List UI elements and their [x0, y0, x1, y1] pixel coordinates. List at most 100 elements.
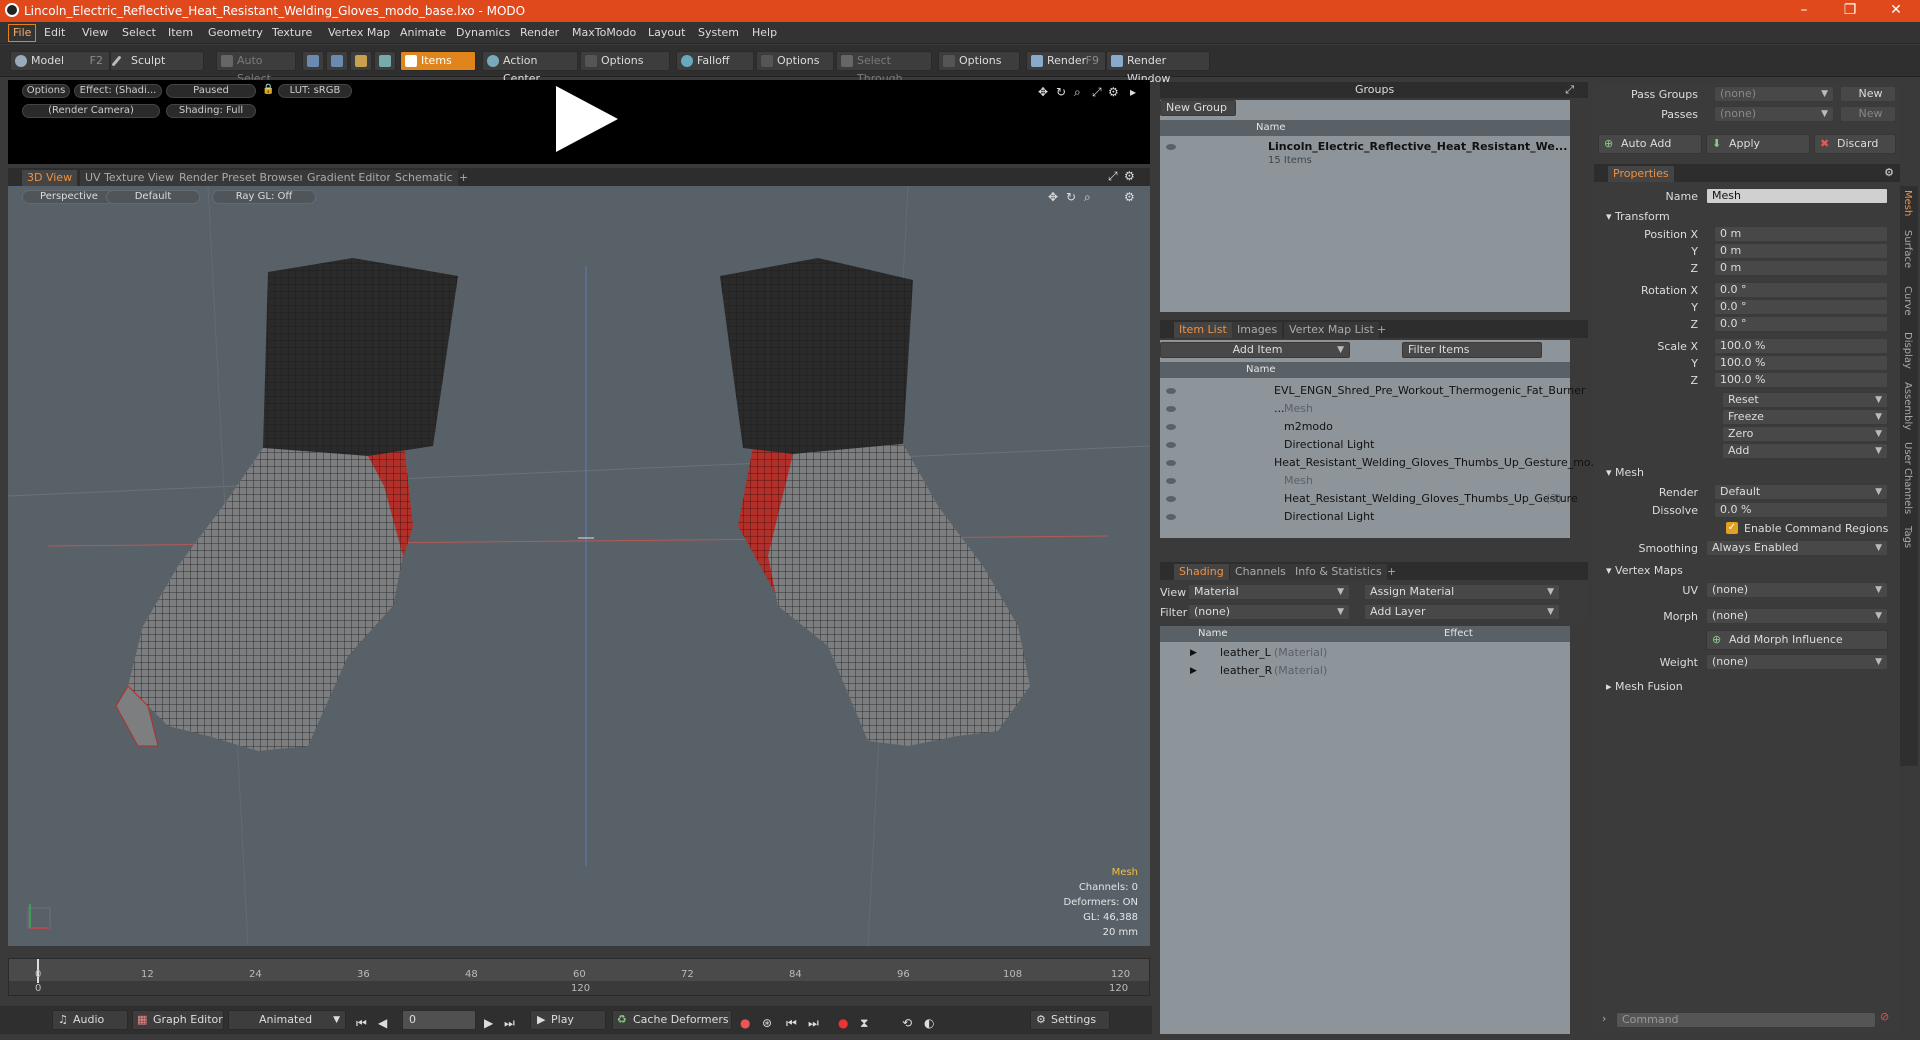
weight-dropdown[interactable]: (none) ▼	[1706, 654, 1888, 670]
prev-key-icon[interactable]: ⏮	[786, 1016, 797, 1031]
menu-view[interactable]: View	[82, 26, 108, 39]
preview-menu-icon[interactable]: ▸	[1130, 85, 1136, 99]
position-z-field[interactable]: 0 m	[1714, 260, 1888, 276]
vertices-mode-icon[interactable]	[302, 51, 324, 71]
side-tab-display[interactable]: Display	[1902, 332, 1913, 369]
new-pass-group-button[interactable]: New	[1840, 86, 1896, 102]
menu-render[interactable]: Render	[520, 26, 559, 39]
add-morph-influence-button[interactable]: ⊕ Add Morph Influence	[1706, 630, 1888, 650]
tab-channels[interactable]: Channels	[1230, 564, 1291, 580]
minimize-icon[interactable]: –	[1784, 2, 1824, 18]
item-list-row[interactable]: EVL_ENGN_Shred_Pre_Workout_Thermogenic_F…	[1160, 382, 1586, 415]
filter-dropdown[interactable]: (none) ▼	[1188, 604, 1350, 620]
select-options-button[interactable]: Options	[938, 51, 1020, 71]
mesh-section[interactable]: ▾ Mesh	[1606, 466, 1644, 479]
menu-edit[interactable]: Edit	[44, 26, 65, 39]
side-tab-curve[interactable]: Curve	[1902, 286, 1913, 316]
render-window-button[interactable]: Render Window	[1106, 51, 1210, 85]
next-frame-icon[interactable]: ▶	[484, 1016, 493, 1030]
item-list-row[interactable]: Mesh	[1160, 400, 1570, 418]
visibility-icon[interactable]	[1166, 478, 1176, 484]
transform-section[interactable]: ▾ Transform	[1606, 210, 1670, 223]
properties-settings-icon[interactable]: ⚙	[1884, 166, 1894, 179]
mesh-fusion-section[interactable]: ▸ Mesh Fusion	[1606, 680, 1683, 693]
timeline[interactable]: 0 12 24 36 48 60 72 84 96 108 120 0 120 …	[8, 958, 1150, 996]
maximize-view-icon[interactable]: ⤢	[1092, 85, 1102, 100]
select-through-button[interactable]: Select Through	[836, 51, 932, 85]
tab-3d-view[interactable]: 3D View	[22, 170, 78, 186]
command-stop-icon[interactable]: ⊘	[1880, 1010, 1889, 1023]
key-filter-icon[interactable]: ⧗	[860, 1016, 868, 1031]
model-mode-button[interactable]: Model F2	[10, 51, 110, 71]
menu-geometry[interactable]: Geometry	[208, 26, 263, 39]
zoom-view-icon[interactable]: ⌕	[1074, 85, 1081, 100]
visibility-icon[interactable]	[1166, 406, 1176, 412]
menu-file[interactable]: File	[8, 24, 37, 42]
menu-vertex-map[interactable]: Vertex Map	[328, 26, 390, 39]
visibility-icon[interactable]	[1166, 514, 1176, 520]
animated-dropdown[interactable]: Animated ▼	[228, 1010, 346, 1030]
uv-dropdown[interactable]: (none) ▼	[1706, 582, 1888, 598]
tab-gradient-editor[interactable]: Gradient Editor	[302, 170, 396, 186]
tab-schematic[interactable]: Schematic	[390, 170, 458, 186]
rotation-x-field[interactable]: 0.0 °	[1714, 282, 1888, 298]
preview-paused-button[interactable]: Paused	[166, 84, 256, 98]
tab-uv-texture-view[interactable]: UV Texture View	[80, 170, 179, 186]
add-shading-tab[interactable]: +	[1382, 564, 1401, 580]
preview-effect-dropdown[interactable]: Effect: (Shadi...	[74, 84, 162, 98]
auto-select-button[interactable]: Auto Select	[216, 51, 296, 85]
item-list-row[interactable]: Directional Light	[1160, 508, 1570, 526]
next-key-icon[interactable]: ⏭	[808, 1016, 819, 1031]
cache-deformers-button[interactable]: ♻ Cache Deformers	[612, 1010, 732, 1030]
view-material-dropdown[interactable]: Material ▼	[1188, 584, 1350, 600]
scale-z-field[interactable]: 100.0 %	[1714, 372, 1888, 388]
tab-images[interactable]: Images	[1232, 322, 1283, 338]
tab-item-list[interactable]: Item List	[1174, 322, 1232, 338]
new-group-button[interactable]: New Group	[1160, 100, 1236, 116]
action-center-options-button[interactable]: Options	[580, 51, 670, 71]
rotate-view-icon[interactable]: ↻	[1056, 85, 1066, 99]
items-mode-button[interactable]: Items	[400, 51, 476, 71]
menu-system[interactable]: System	[698, 26, 739, 39]
visibility-icon[interactable]	[1166, 388, 1176, 394]
menu-animate[interactable]: Animate	[400, 26, 446, 39]
side-tab-assembly[interactable]: Assembly	[1902, 382, 1913, 430]
material-row[interactable]: ▶ leather_R (Material)	[1160, 662, 1570, 680]
materials-mode-icon[interactable]	[374, 51, 396, 71]
tab-render-preset-browser[interactable]: Render Preset Browser	[174, 170, 310, 186]
side-tab-surface[interactable]: Surface	[1902, 230, 1913, 268]
loop-icon[interactable]: ⟲	[902, 1016, 912, 1030]
enable-command-regions-checkbox[interactable]: ✓	[1726, 522, 1738, 534]
action-center-button[interactable]: Action Center	[482, 51, 578, 85]
polygons-mode-icon[interactable]	[350, 51, 372, 71]
menu-help[interactable]: Help	[752, 26, 777, 39]
filter-items-input[interactable]: Filter Items	[1402, 342, 1542, 358]
side-tab-tags[interactable]: Tags	[1902, 526, 1913, 548]
render-preview[interactable]: Options Effect: (Shadi... Paused 🔒 LUT: …	[8, 80, 1150, 164]
menu-dynamics[interactable]: Dynamics	[456, 26, 510, 39]
view-settings-icon[interactable]: ⚙	[1124, 169, 1135, 183]
menu-texture[interactable]: Texture	[272, 26, 312, 39]
visibility-icon[interactable]	[1166, 442, 1176, 448]
scale-x-field[interactable]: 100.0 %	[1714, 338, 1888, 354]
key-icon[interactable]: ●	[740, 1016, 750, 1030]
falloff-button[interactable]: Falloff	[676, 51, 754, 71]
freeze-dropdown[interactable]: Freeze ▼	[1722, 409, 1888, 425]
render-button[interactable]: Render F9	[1026, 51, 1106, 71]
scale-y-field[interactable]: 100.0 %	[1714, 355, 1888, 371]
visibility-icon[interactable]	[1166, 496, 1176, 502]
visibility-icon[interactable]	[1166, 460, 1176, 466]
play-button[interactable]: ▶ Play	[530, 1010, 606, 1030]
preview-shading-dropdown[interactable]: Shading: Full	[166, 104, 256, 118]
assign-material-dropdown[interactable]: Assign Material ▼	[1364, 584, 1560, 600]
item-list-row[interactable]: Heat_Resistant_Welding_Gloves_Thumbs_Up_…	[1160, 454, 1601, 472]
tab-shading[interactable]: Shading	[1174, 564, 1229, 580]
move-view-icon[interactable]: ✥	[1038, 85, 1048, 99]
add-layer-dropdown[interactable]: Add Layer ▼	[1364, 604, 1560, 620]
audio-button[interactable]: ♫ Audio	[52, 1010, 128, 1030]
passes-dropdown[interactable]: (none) ▼	[1714, 106, 1834, 122]
material-row[interactable]: ▶ leather_L (Material)	[1160, 644, 1570, 662]
falloff-options-button[interactable]: Options	[756, 51, 834, 71]
new-pass-button[interactable]: New	[1840, 106, 1896, 122]
prev-frame-icon[interactable]: ◀	[378, 1016, 387, 1030]
